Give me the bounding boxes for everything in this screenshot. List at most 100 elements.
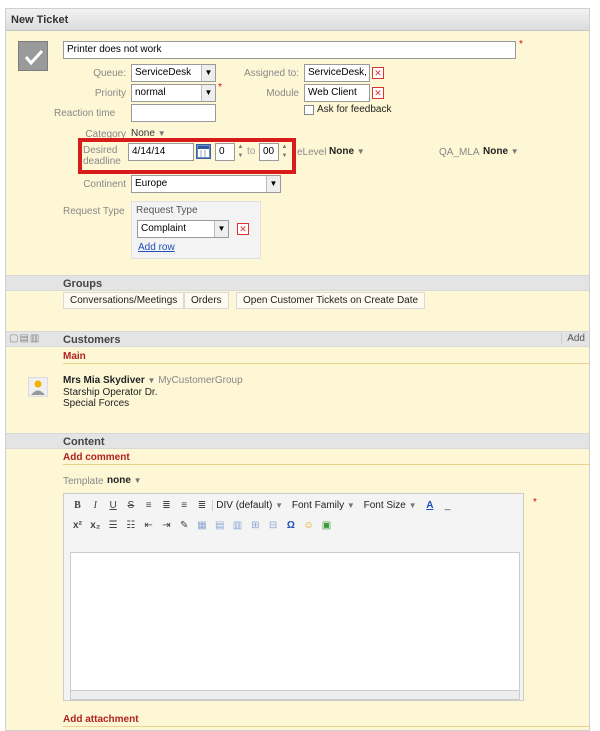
customer-line-2: Special Forces [63, 398, 130, 409]
editor-textarea[interactable] [70, 552, 520, 692]
italic-icon[interactable]: I [88, 500, 103, 511]
image-icon[interactable]: ▣ [319, 520, 334, 531]
request-type-select[interactable]: Complaint ▼ [137, 220, 229, 238]
add-attachment-subheading: Add attachment [63, 712, 589, 727]
feedback-checkbox[interactable] [304, 105, 314, 115]
caret-down-icon: ▼ [133, 476, 142, 485]
caret-down-icon: ▼ [510, 147, 519, 156]
customer-line-1: Starship Operator Dr. [63, 387, 158, 398]
qamla-value: None [483, 146, 508, 157]
qamla-dropdown[interactable]: None ▼ [483, 146, 519, 157]
insert-row-icon[interactable]: ▤ [212, 520, 227, 531]
continent-label: Continent [83, 179, 126, 190]
feedback-label: Ask for feedback [317, 104, 392, 115]
format-select[interactable]: DIV (default) ▼ [212, 500, 286, 511]
bg-color-icon[interactable]: _ [440, 500, 455, 511]
add-comment-subheading: Add comment [63, 450, 589, 465]
queue-select[interactable]: ServiceDesk ▼ [131, 64, 216, 82]
special-char-icon[interactable]: Ω [283, 520, 298, 531]
priority-select[interactable]: normal ▼ [131, 84, 216, 102]
editor-toolbar: B I U S ≡ ≣ ≡ ≣ DIV (default) ▼ Font Fam… [63, 493, 524, 701]
remove-module-icon[interactable]: ✕ [372, 87, 384, 99]
required-marker: * [519, 39, 523, 50]
group-tag[interactable]: Orders [184, 292, 229, 309]
subject-input[interactable]: Printer does not work [63, 41, 516, 59]
font-family-select[interactable]: Font Family ▼ [289, 500, 358, 511]
reaction-input[interactable] [131, 104, 216, 122]
insert-column-icon[interactable]: ▥ [230, 520, 245, 531]
caret-down-icon: ▼ [275, 501, 284, 510]
smiley-icon[interactable]: ☺ [301, 520, 316, 531]
format-value: DIV (default) [216, 500, 273, 511]
module-input[interactable]: Web Client [304, 84, 370, 102]
text-color-icon[interactable]: A [422, 500, 437, 511]
chevron-down-icon: ▼ [266, 176, 280, 192]
request-type-label: Request Type [63, 206, 125, 217]
customer-group: MyCustomerGroup [158, 375, 243, 386]
caret-down-icon: ▼ [346, 501, 355, 510]
caret-down-icon: ▼ [408, 501, 417, 510]
merge-cells-icon[interactable]: ⊞ [248, 520, 263, 531]
assigned-input[interactable]: ServiceDesk, Se [304, 64, 370, 82]
continent-value: Europe [135, 178, 168, 189]
justify-icon[interactable]: ≣ [194, 500, 209, 511]
customers-add-button[interactable]: Add [561, 333, 585, 344]
outdent-icon[interactable]: ⇤ [141, 520, 156, 531]
servicelevel-value: None [329, 146, 354, 157]
new-ticket-panel: New Ticket Printer does not work * Queue… [5, 8, 590, 731]
priority-value: normal [135, 87, 166, 98]
bullet-list-icon[interactable]: ☰ [106, 520, 121, 531]
indent-icon[interactable]: ⇥ [159, 520, 174, 531]
remove-assignee-icon[interactable]: ✕ [372, 67, 384, 79]
window-title: New Ticket [6, 9, 589, 31]
content-header: Content [6, 433, 589, 449]
servicelevel-dropdown[interactable]: None ▼ [329, 146, 365, 157]
align-center-icon[interactable]: ≣ [159, 500, 174, 511]
remove-row-icon[interactable]: ✕ [237, 223, 249, 235]
deadline-highlight-box [78, 138, 296, 174]
queue-label: Queue: [93, 68, 126, 79]
request-type-header: Request Type [136, 205, 198, 216]
customer-name-text: Mrs Mia Skydiver [63, 375, 145, 386]
customer-name[interactable]: Mrs Mia Skydiver ▼ MyCustomerGroup [63, 375, 243, 386]
ticket-check-icon [18, 41, 48, 71]
qamla-label: QA_MLA [439, 147, 480, 158]
underline-icon[interactable]: U [106, 500, 121, 511]
add-row-link[interactable]: Add row [138, 242, 175, 253]
table-icon[interactable]: ▦ [194, 520, 209, 531]
group-tag[interactable]: Conversations/Meetings [63, 292, 185, 309]
group-tag[interactable]: Open Customer Tickets on Create Date [236, 292, 426, 309]
layout-toggle-icons[interactable]: ▢▤▥ [9, 333, 40, 344]
caret-down-icon: ▼ [157, 129, 166, 138]
editor-status-bar [70, 690, 520, 700]
priority-label: Priority [94, 88, 126, 99]
customers-title: Customers [63, 334, 121, 346]
edit-icon[interactable]: ✎ [177, 520, 192, 531]
align-left-icon[interactable]: ≡ [141, 500, 156, 511]
numbered-list-icon[interactable]: ☷ [123, 520, 138, 531]
font-size-select[interactable]: Font Size ▼ [361, 500, 420, 511]
required-marker: * [533, 497, 537, 508]
subscript-icon[interactable]: x₂ [88, 520, 103, 531]
bold-icon[interactable]: B [70, 500, 85, 511]
assigned-label: Assigned to: [243, 68, 299, 79]
strikethrough-icon[interactable]: S [123, 500, 138, 511]
request-type-value: Complaint [141, 223, 187, 234]
superscript-icon[interactable]: x² [70, 520, 85, 531]
required-marker: * [218, 82, 222, 93]
toolbar-row-2: x² x₂ ☰ ☷ ⇤ ⇥ ✎ ▦ ▤ ▥ ⊞ ⊟ Ω ☺ ▣ [70, 520, 520, 538]
servicelevel-label: eLevel [297, 147, 327, 158]
groups-header: Groups [6, 275, 589, 291]
avatar [28, 377, 48, 397]
align-right-icon[interactable]: ≡ [177, 500, 192, 511]
template-value: none [107, 475, 131, 486]
toolbar-row-1: B I U S ≡ ≣ ≡ ≣ DIV (default) ▼ Font Fam… [70, 500, 520, 518]
continent-select[interactable]: Europe ▼ [131, 175, 281, 193]
caret-down-icon: ▼ [147, 376, 156, 385]
template-label: Template [63, 476, 104, 487]
template-dropdown[interactable]: none ▼ [107, 475, 142, 486]
split-cells-icon[interactable]: ⊟ [266, 520, 281, 531]
chevron-down-icon: ▼ [201, 85, 215, 101]
request-type-table: Request Type Complaint ▼ ✕ Add row [131, 201, 261, 259]
customers-header: Customers [6, 331, 589, 347]
